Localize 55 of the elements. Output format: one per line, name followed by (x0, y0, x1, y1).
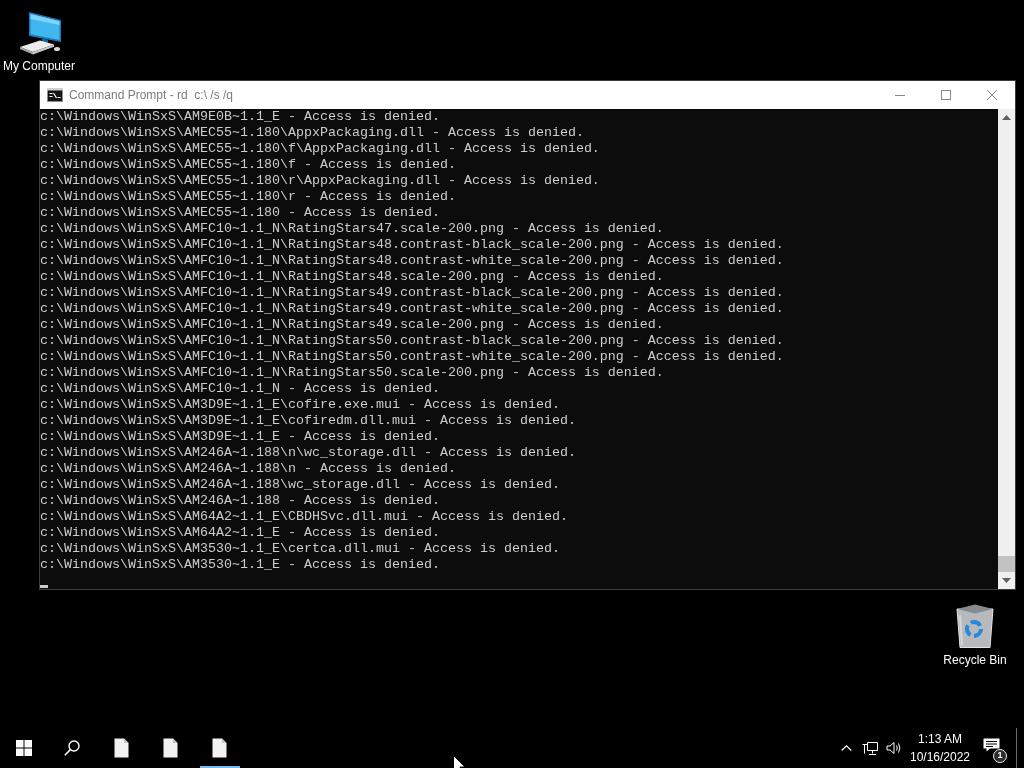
console-line: c:\Windows\WinSxS\AMEC55~1.180 - Access is denied. (40, 205, 441, 221)
window-title: Command Prompt - rd c:\ /s /q (69, 88, 234, 102)
scrollbar[interactable] (998, 109, 1015, 589)
console-line: c:\Windows\WinSxS\AMFC10~1.1_N\RatingStars48.contrast-white_scale-200.png - Access is denied. (40, 253, 785, 269)
clock-time[interactable]: 1:13 AM (918, 730, 962, 748)
minimize-icon (895, 94, 905, 96)
console-line: c:\Windows\WinSxS\AM3D9E~1.1_E\cofire.exe.mui - Access is denied. (40, 397, 561, 413)
console-line: c:\Windows\WinSxS\AM246A~1.188\wc_storage.dll - Access is denied. (40, 477, 561, 493)
console-line: c:\Windows\WinSxS\AMFC10~1.1_N\RatingStars49.scale-200.png - Access is denied. (40, 317, 665, 333)
network-icon (862, 740, 878, 756)
text-cursor (40, 585, 48, 588)
console-line: c:\Windows\WinSxS\AMFC10~1.1_N - Access is denied. (40, 381, 441, 397)
maximize-icon (941, 90, 951, 100)
desktop-icon-label[interactable]: My Computer (3, 58, 75, 74)
file-icon (212, 738, 227, 758)
console-line: c:\Windows\WinSxS\AMFC10~1.1_N\RatingStars48.contrast-black_scale-200.png - Access is denied. (40, 237, 785, 253)
console-line: c:\Windows\WinSxS\AM246A~1.188 - Access is denied. (40, 493, 441, 509)
chevron-up-icon (840, 745, 852, 751)
notification-icon (983, 738, 1000, 752)
console-line: c:\Windows\WinSxS\AM64A2~1.1_E - Access is denied. (40, 525, 441, 541)
console-line: c:\Windows\WinSxS\AMFC10~1.1_N\RatingStars50.scale-200.png - Access is denied. (40, 365, 665, 381)
notification-button[interactable]: 1 (974, 728, 1016, 768)
console-line: c:\Windows\WinSxS\AMFC10~1.1_N\RatingStars49.contrast-white_scale-200.png - Access is denied. (40, 301, 785, 317)
windows-logo-icon (16, 740, 32, 756)
console-line: c:\Windows\WinSxS\AMEC55~1.180\AppxPackaging.dll - Access is denied. (40, 125, 585, 141)
console-line: c:\Windows\WinSxS\AM9E0B~1.1_E - Access is denied. (40, 109, 441, 125)
close-icon (987, 90, 997, 100)
recycle-bin-icon[interactable] (955, 603, 995, 649)
file-icon (163, 738, 178, 758)
console-line: c:\Windows\WinSxS\AMFC10~1.1_N\RatingStars47.scale-200.png - Access is denied. (40, 221, 665, 237)
console-line: c:\Windows\WinSxS\AMEC55~1.180\r\AppxPackaging.dll - Access is denied. (40, 173, 601, 189)
console-line: c:\Windows\WinSxS\AM3530~1.1_E\certca.dll.mui - Access is denied. (40, 541, 561, 557)
scroll-thumb[interactable] (998, 556, 1015, 572)
search-icon (64, 740, 80, 756)
desktop-icon-label[interactable]: Recycle Bin (943, 652, 1007, 668)
console-line: c:\Windows\WinSxS\AMFC10~1.1_N\RatingStars49.contrast-black_scale-200.png - Access is denied. (40, 285, 785, 301)
console-line: c:\Windows\WinSxS\AM3530~1.1_E - Access is denied. (40, 557, 441, 573)
speaker-icon (886, 741, 902, 755)
console-line: c:\Windows\WinSxS\AM246A~1.188\n - Access is denied. (40, 461, 457, 477)
file-icon (114, 738, 129, 758)
console-line: c:\Windows\WinSxS\AM3D9E~1.1_E\cofiredm.dll.mui - Access is denied. (40, 413, 577, 429)
console-line: c:\Windows\WinSxS\AMFC10~1.1_N\RatingStars50.contrast-white_scale-200.png - Access is denied. (40, 349, 785, 365)
console-line: c:\Windows\WinSxS\AMFC10~1.1_N\RatingStars48.scale-200.png - Access is denied. (40, 269, 665, 285)
scroll-down-icon[interactable] (1002, 578, 1011, 583)
console-line: c:\Windows\WinSxS\AMEC55~1.180\r - Access is denied. (40, 189, 457, 205)
scroll-up-icon[interactable] (1002, 115, 1011, 120)
terminal-icon (47, 88, 63, 102)
console-line: c:\Windows\WinSxS\AMEC55~1.180\f - Access is denied. (40, 157, 457, 173)
console-line: c:\Windows\WinSxS\AM64A2~1.1_E\CBDHSvc.dll.mui - Access is denied. (40, 509, 569, 525)
console-line: c:\Windows\WinSxS\AMEC55~1.180\f\AppxPackaging.dll - Access is denied. (40, 141, 601, 157)
clock-date[interactable]: 10/16/2022 (909, 748, 971, 766)
console-line: c:\Windows\WinSxS\AM3D9E~1.1_E - Access is denied. (40, 429, 441, 445)
console-line: c:\Windows\WinSxS\AMFC10~1.1_N\RatingStars50.contrast-black_scale-200.png - Access is denied. (40, 333, 785, 349)
notification-count: 1 (993, 749, 1007, 763)
console-line: c:\Windows\WinSxS\AM246A~1.188\n\wc_storage.dll - Access is denied. (40, 445, 577, 461)
